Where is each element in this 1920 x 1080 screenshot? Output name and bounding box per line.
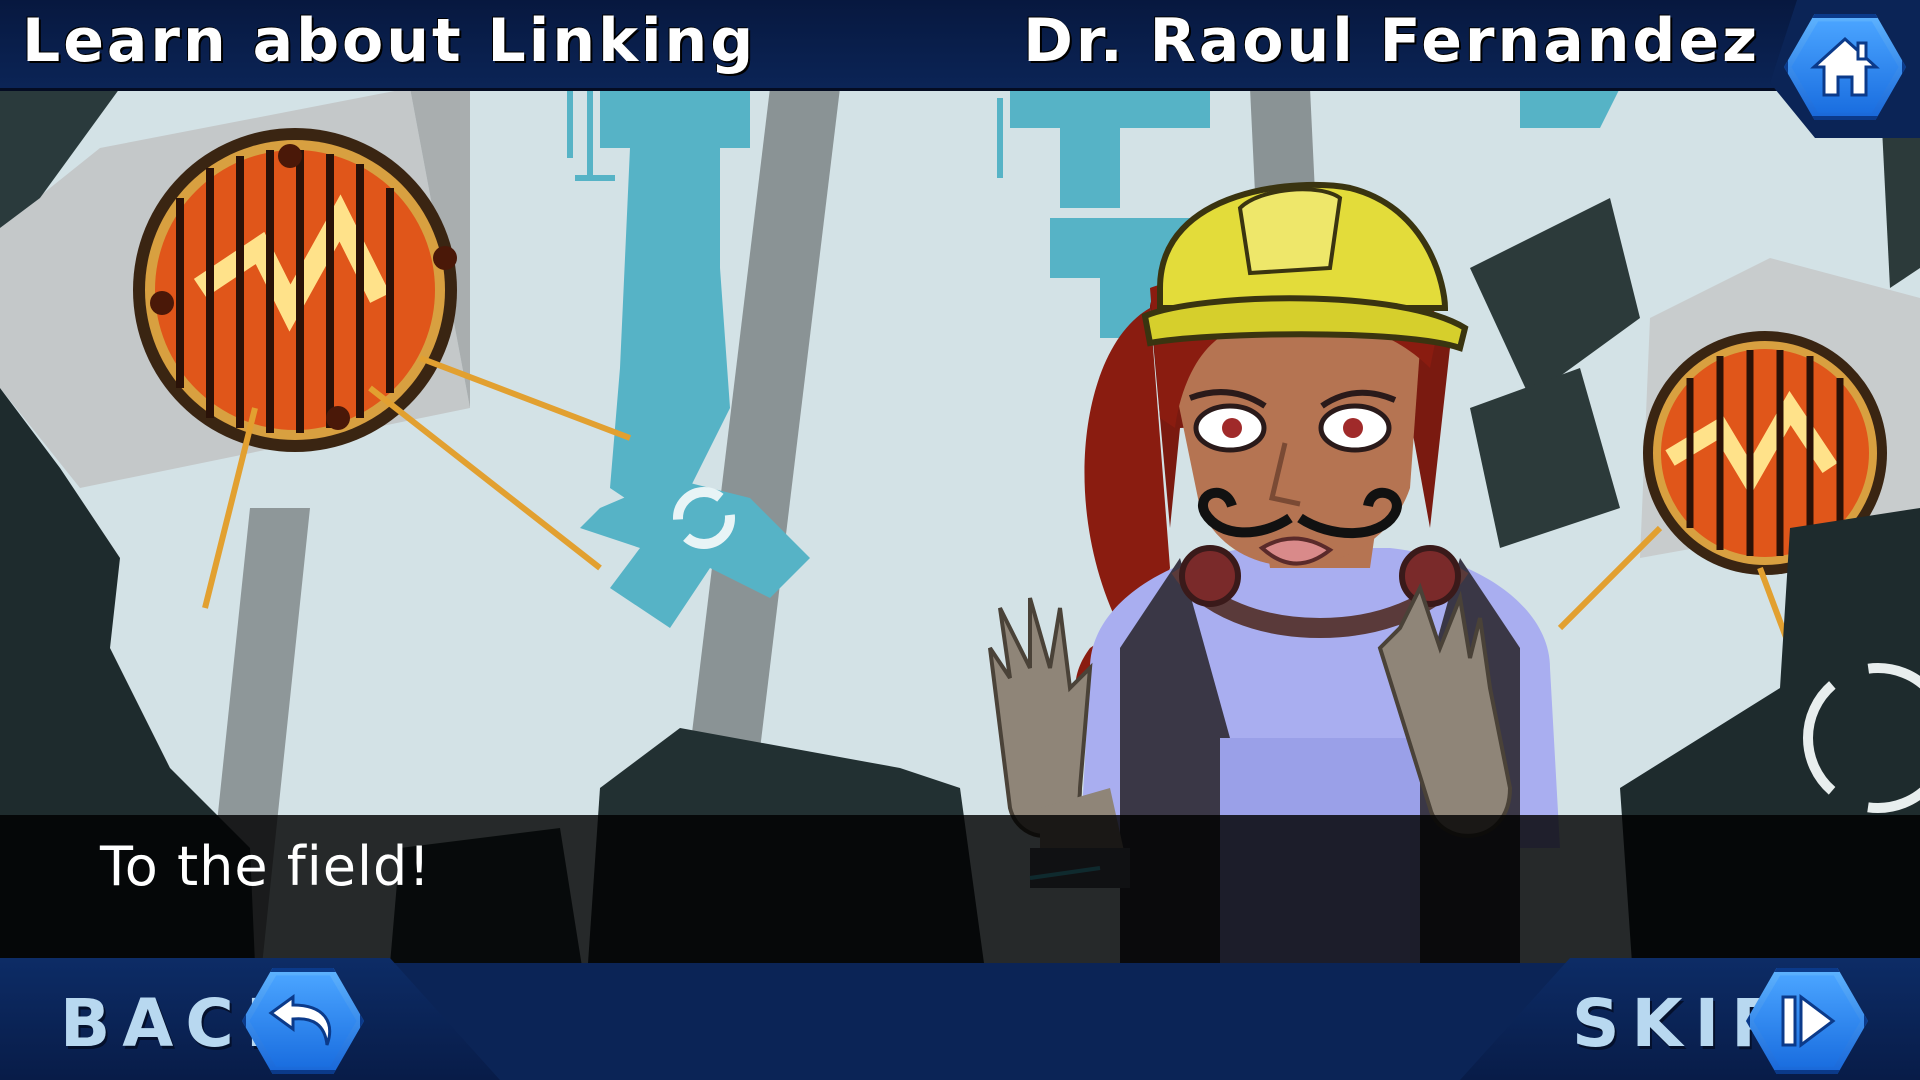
dialogue-box: To the field! [0,815,1920,963]
skip-forward-icon [1781,994,1836,1048]
back-button[interactable] [242,968,364,1074]
left-lamp [133,128,457,452]
home-icon [1810,36,1880,97]
skip-button[interactable] [1746,968,1868,1074]
speaker-name: Dr. Raoul Fernandez [1023,6,1760,76]
lesson-title: Learn about Linking [22,6,757,76]
game-screen: Learn about Linking Dr. Raoul Fernandez … [0,0,1920,1080]
undo-arrow-icon [268,994,332,1046]
top-bar: Learn about Linking Dr. Raoul Fernandez [0,0,1920,91]
home-button[interactable] [1784,14,1906,120]
dialogue-text: To the field! [100,835,431,898]
